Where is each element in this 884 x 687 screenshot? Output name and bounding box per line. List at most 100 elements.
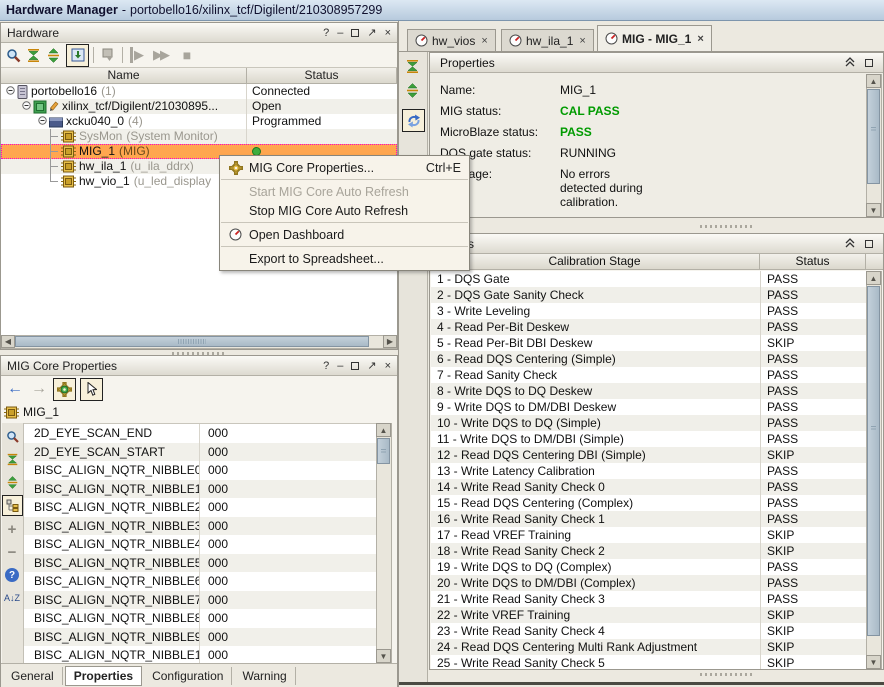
autoconnect-icon[interactable] (66, 44, 89, 67)
property-row[interactable]: BISC_ALIGN_NQTR_NIBBLE6 000 (24, 572, 376, 591)
column-status[interactable]: Status (247, 68, 397, 83)
group-by-icon[interactable] (2, 495, 23, 516)
minimize-icon[interactable]: – (337, 27, 343, 39)
tab-hw-vios[interactable]: hw_vios × (407, 29, 496, 51)
column-calibration-stage[interactable]: Calibration Stage (430, 254, 760, 269)
calibration-row[interactable]: 23 - Write Read Sanity Check 4 SKIP (431, 623, 867, 639)
tree-row-xilinx-tcf[interactable]: xilinx_tcf/Digilent/21030895... Open (1, 99, 397, 114)
close-tab-icon[interactable]: × (481, 35, 487, 47)
calibration-row[interactable]: 16 - Write Read Sanity Check 1 PASS (431, 511, 867, 527)
scroll-right-icon[interactable]: ▶ (383, 335, 397, 348)
property-row[interactable]: BISC_ALIGN_NQTR_NIBBLE4 000 (24, 535, 376, 554)
vscroll-thumb[interactable] (867, 286, 880, 636)
properties-vscrollbar[interactable]: ▲ ▼ (866, 74, 882, 217)
scroll-down-icon[interactable]: ▼ (866, 203, 881, 217)
expand-handle-icon[interactable] (38, 114, 47, 129)
expand-all-icon[interactable] (43, 45, 63, 65)
menu-item-stop-auto-refresh[interactable]: Stop MIG Core Auto Refresh (220, 201, 469, 220)
properties-gear-icon[interactable] (53, 378, 76, 401)
close-tab-icon[interactable]: × (697, 33, 703, 45)
calibration-row[interactable]: 18 - Write Read Sanity Check 2 SKIP (431, 543, 867, 559)
maximize-icon[interactable] (351, 29, 359, 37)
calibration-row[interactable]: 12 - Read DQS Centering DBI (Simple) SKI… (431, 447, 867, 463)
column-name[interactable]: Name (1, 68, 247, 83)
calibration-row[interactable]: 22 - Write VREF Training SKIP (431, 607, 867, 623)
close-icon[interactable]: × (385, 27, 391, 39)
search-icon[interactable] (2, 426, 22, 446)
minimize-icon[interactable]: – (337, 360, 343, 372)
tree-row-sysmon[interactable]: SysMon (System Monitor) (1, 129, 397, 144)
select-cursor-icon[interactable] (80, 378, 103, 401)
tab-hw-ila-1[interactable]: hw_ila_1 × (501, 29, 594, 51)
maximize-section-icon[interactable] (865, 59, 873, 67)
calibration-row[interactable]: 6 - Read DQS Centering (Simple) PASS (431, 351, 867, 367)
section-splitter[interactable] (700, 225, 754, 228)
sort-alphabetical-icon[interactable]: A↓Z (2, 588, 22, 608)
tab-mig-mig-1[interactable]: MIG - MIG_1 × (597, 25, 712, 51)
maximize-section-icon[interactable] (865, 240, 873, 248)
forward-icon[interactable]: → (29, 379, 49, 399)
property-row[interactable]: BISC_ALIGN_NQTR_NIBBLE2 000 (24, 498, 376, 517)
section-splitter[interactable] (700, 673, 754, 676)
collapse-all-icon[interactable] (2, 449, 22, 469)
close-tab-icon[interactable]: × (579, 35, 585, 47)
property-row[interactable]: BISC_ALIGN_NQTR_NIBBLE9 000 (24, 628, 376, 647)
calibration-row[interactable]: 9 - Write DQS to DM/DBI Deskew PASS (431, 399, 867, 415)
property-row[interactable]: BISC_ALIGN_NQTR_NIBBLE7 000 (24, 591, 376, 610)
column-status[interactable]: Status (760, 254, 866, 269)
calibration-row[interactable]: 8 - Write DQS to DQ Deskew PASS (431, 383, 867, 399)
calibration-row[interactable]: 1 - DQS Gate PASS (431, 271, 867, 287)
menu-item-open-dashboard[interactable]: Open Dashboard (220, 225, 469, 244)
help-icon[interactable]: ? (323, 360, 329, 372)
collapse-section-icon[interactable] (845, 237, 855, 251)
calibration-row[interactable]: 17 - Read VREF Training SKIP (431, 527, 867, 543)
tree-row-xcku040[interactable]: xcku040_0 (4) Programmed (1, 114, 397, 129)
calibration-row[interactable]: 25 - Write Read Sanity Check 5 SKIP (431, 655, 867, 669)
scroll-up-icon[interactable]: ▲ (866, 271, 881, 285)
scroll-down-icon[interactable]: ▼ (376, 649, 391, 663)
stop-icon[interactable]: ■ (177, 45, 197, 65)
calibration-row[interactable]: 21 - Write Read Sanity Check 3 PASS (431, 591, 867, 607)
property-row[interactable]: BISC_ALIGN_NQTR_NIBBLE1 000 (24, 480, 376, 499)
float-icon[interactable]: ↗ (367, 26, 376, 39)
calibration-row[interactable]: 10 - Write DQS to DQ (Simple) PASS (431, 415, 867, 431)
calibration-row[interactable]: 4 - Read Per-Bit Deskew PASS (431, 319, 867, 335)
scroll-down-icon[interactable]: ▼ (866, 655, 881, 669)
expand-handle-icon[interactable] (22, 99, 31, 114)
remove-icon[interactable]: − (2, 542, 22, 562)
search-icon[interactable] (3, 45, 23, 65)
menu-item-export-to-spreadsheet[interactable]: Export to Spreadsheet... (220, 249, 469, 268)
property-row[interactable]: BISC_ALIGN_NQTR_NIBBLE0 000 (24, 461, 376, 480)
run-trigger-icon[interactable]: ▶ (127, 45, 147, 65)
run-all-icon[interactable]: ▶▶ (147, 45, 173, 65)
maximize-icon[interactable] (351, 362, 359, 370)
vscroll-thumb[interactable] (867, 89, 880, 184)
float-icon[interactable]: ↗ (367, 359, 376, 372)
back-icon[interactable]: ← (5, 379, 25, 399)
expand-all-icon[interactable] (402, 81, 422, 101)
calibration-row[interactable]: 14 - Write Read Sanity Check 0 PASS (431, 479, 867, 495)
property-row[interactable]: BISC_ALIGN_NQTR_NIBBLE8 000 (24, 609, 376, 628)
refresh-icon[interactable] (402, 109, 425, 132)
help-icon[interactable]: ? (323, 27, 329, 39)
tab-properties[interactable]: Properties (65, 666, 142, 686)
calibration-row[interactable]: 11 - Write DQS to DM/DBI (Simple) PASS (431, 431, 867, 447)
property-vscrollbar[interactable]: ▲ ▼ (376, 423, 392, 663)
calibration-row[interactable]: 20 - Write DQS to DM/DBI (Complex) PASS (431, 575, 867, 591)
scroll-up-icon[interactable]: ▲ (866, 74, 881, 88)
calibration-row[interactable]: 7 - Read Sanity Check PASS (431, 367, 867, 383)
tab-configuration[interactable]: Configuration (144, 667, 232, 685)
property-row[interactable]: BISC_ALIGN_NQTR_NIBBLE3 000 (24, 517, 376, 536)
calibration-row[interactable]: 3 - Write Leveling PASS (431, 303, 867, 319)
tab-warning[interactable]: Warning (234, 667, 295, 685)
calibration-row[interactable]: 5 - Read Per-Bit DBI Deskew SKIP (431, 335, 867, 351)
tree-row-portobello16[interactable]: portobello16 (1) Connected (1, 84, 397, 99)
calibration-vscrollbar[interactable]: ▲ ▼ (866, 271, 882, 669)
property-row[interactable]: BISC_ALIGN_NQTR_NIBBLE10 000 (24, 646, 376, 663)
expand-all-icon[interactable] (2, 472, 22, 492)
calibration-row[interactable]: 2 - DQS Gate Sanity Check PASS (431, 287, 867, 303)
calibration-row[interactable]: 19 - Write DQS to DQ (Complex) PASS (431, 559, 867, 575)
menu-item-mig-core-properties[interactable]: MIG Core Properties... Ctrl+E (220, 158, 469, 177)
tree-hscrollbar[interactable]: ◀ ▶ (1, 335, 397, 349)
add-icon[interactable]: + (2, 519, 22, 539)
